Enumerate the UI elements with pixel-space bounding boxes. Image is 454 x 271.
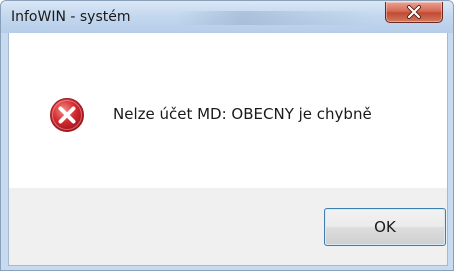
title-bar-glass <box>176 11 376 25</box>
ok-button[interactable]: OK <box>324 208 446 246</box>
dialog-footer: OK <box>8 188 448 266</box>
window-title: InfoWIN - systém <box>11 9 131 25</box>
close-button[interactable] <box>385 2 443 23</box>
title-bar[interactable]: InfoWIN - systém <box>1 1 453 33</box>
dialog-content: Nelze účet MD: OBECNY je chybně <box>8 33 448 188</box>
dialog-window: InfoWIN - systém Nelze účet MD: OBECNY j… <box>0 0 454 271</box>
error-message: Nelze účet MD: OBECNY je chybně <box>113 105 372 123</box>
error-icon <box>49 97 85 133</box>
close-icon <box>405 5 423 19</box>
